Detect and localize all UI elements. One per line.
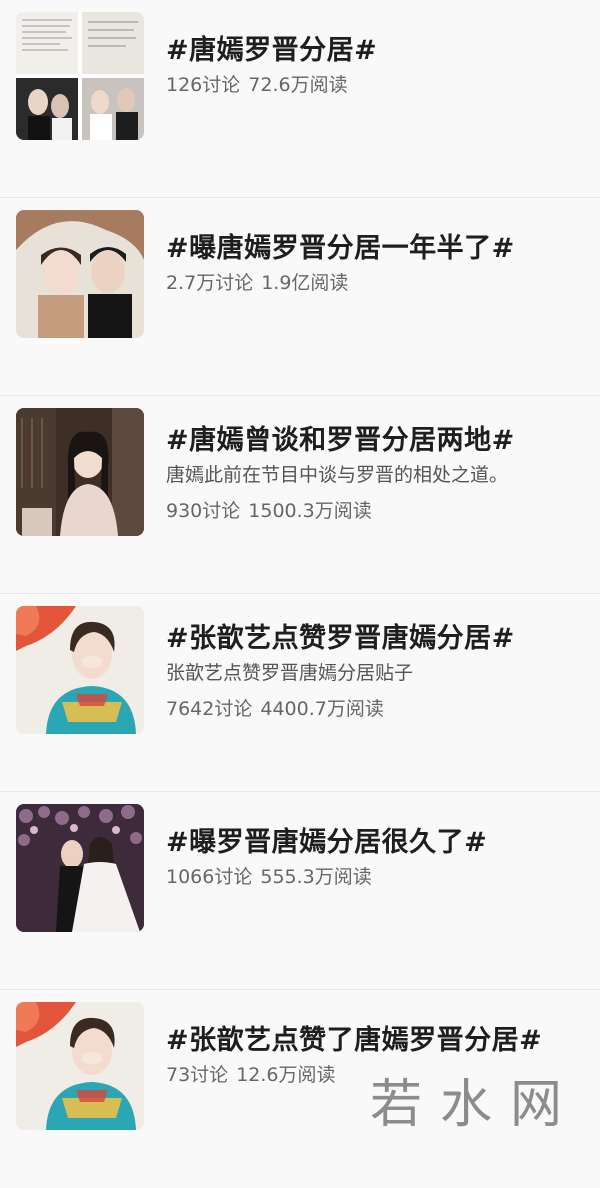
discussion-count: 2.7万讨论 xyxy=(166,272,254,294)
topic-list: #唐嫣罗晋分居# 126讨论 72.6万阅读 #曝唐嫣罗晋分居一年半了# 2.7万… xyxy=(0,0,600,1188)
wedding-photo-thumbnail[interactable] xyxy=(16,804,144,932)
read-count: 4400.7万阅读 xyxy=(260,698,384,720)
discussion-count: 126讨论 xyxy=(166,74,241,96)
read-count: 1500.3万阅读 xyxy=(248,500,372,522)
topic-item[interactable]: #曝罗晋唐嫣分居很久了# 1066讨论 555.3万阅读 xyxy=(0,792,600,990)
topic-description: 张歆艺点赞罗晋唐嫣分居贴子 xyxy=(166,662,414,684)
portrait-photo-icon xyxy=(16,1002,144,1130)
topic-stats: 7642讨论 4400.7万阅读 xyxy=(166,694,384,721)
topic-title[interactable]: #曝唐嫣罗晋分居一年半了# xyxy=(166,226,515,265)
wedding-photo-icon xyxy=(16,804,144,932)
topic-title[interactable]: #曝罗晋唐嫣分居很久了# xyxy=(166,820,487,859)
topic-title[interactable]: #唐嫣曾谈和罗晋分居两地# xyxy=(166,418,515,457)
discussion-count: 73讨论 xyxy=(166,1064,229,1086)
topic-item[interactable]: #张歆艺点赞罗晋唐嫣分居# 张歆艺点赞罗晋唐嫣分居贴子 7642讨论 4400.7… xyxy=(0,594,600,792)
read-count: 555.3万阅读 xyxy=(260,866,372,888)
read-count: 1.9亿阅读 xyxy=(261,272,349,294)
discussion-count: 7642讨论 xyxy=(166,698,253,720)
portrait-photo-thumbnail[interactable] xyxy=(16,606,144,734)
collage-icon xyxy=(16,12,144,140)
topic-title[interactable]: #唐嫣罗晋分居# xyxy=(166,28,377,67)
discussion-count: 930讨论 xyxy=(166,500,241,522)
collage-thumbnail[interactable] xyxy=(16,12,144,140)
topic-item[interactable]: #曝唐嫣罗晋分居一年半了# 2.7万讨论 1.9亿阅读 xyxy=(0,198,600,396)
interview-photo-icon xyxy=(16,408,144,536)
interview-photo-thumbnail[interactable] xyxy=(16,408,144,536)
topic-description: 唐嫣此前在节目中谈与罗晋的相处之道。 xyxy=(166,464,509,486)
topic-stats: 930讨论 1500.3万阅读 xyxy=(166,496,372,523)
discussion-count: 1066讨论 xyxy=(166,866,253,888)
topic-stats: 73讨论 12.6万阅读 xyxy=(166,1060,336,1087)
portrait-photo-icon xyxy=(16,606,144,734)
topic-stats: 126讨论 72.6万阅读 xyxy=(166,70,348,97)
topic-stats: 2.7万讨论 1.9亿阅读 xyxy=(166,268,348,295)
topic-title[interactable]: #张歆艺点赞了唐嫣罗晋分居# xyxy=(166,1018,542,1057)
topic-item[interactable]: #唐嫣罗晋分居# 126讨论 72.6万阅读 xyxy=(0,0,600,198)
topic-stats: 1066讨论 555.3万阅读 xyxy=(166,862,372,889)
couple-photo-thumbnail[interactable] xyxy=(16,210,144,338)
couple-photo-icon xyxy=(16,210,144,338)
watermark-text: 若水网 xyxy=(369,1075,580,1135)
topic-item[interactable]: #唐嫣曾谈和罗晋分居两地# 唐嫣此前在节目中谈与罗晋的相处之道。 930讨论 15… xyxy=(0,396,600,594)
read-count: 12.6万阅读 xyxy=(236,1064,336,1086)
topic-title[interactable]: #张歆艺点赞罗晋唐嫣分居# xyxy=(166,616,515,655)
read-count: 72.6万阅读 xyxy=(248,74,348,96)
portrait-photo-thumbnail[interactable] xyxy=(16,1002,144,1130)
